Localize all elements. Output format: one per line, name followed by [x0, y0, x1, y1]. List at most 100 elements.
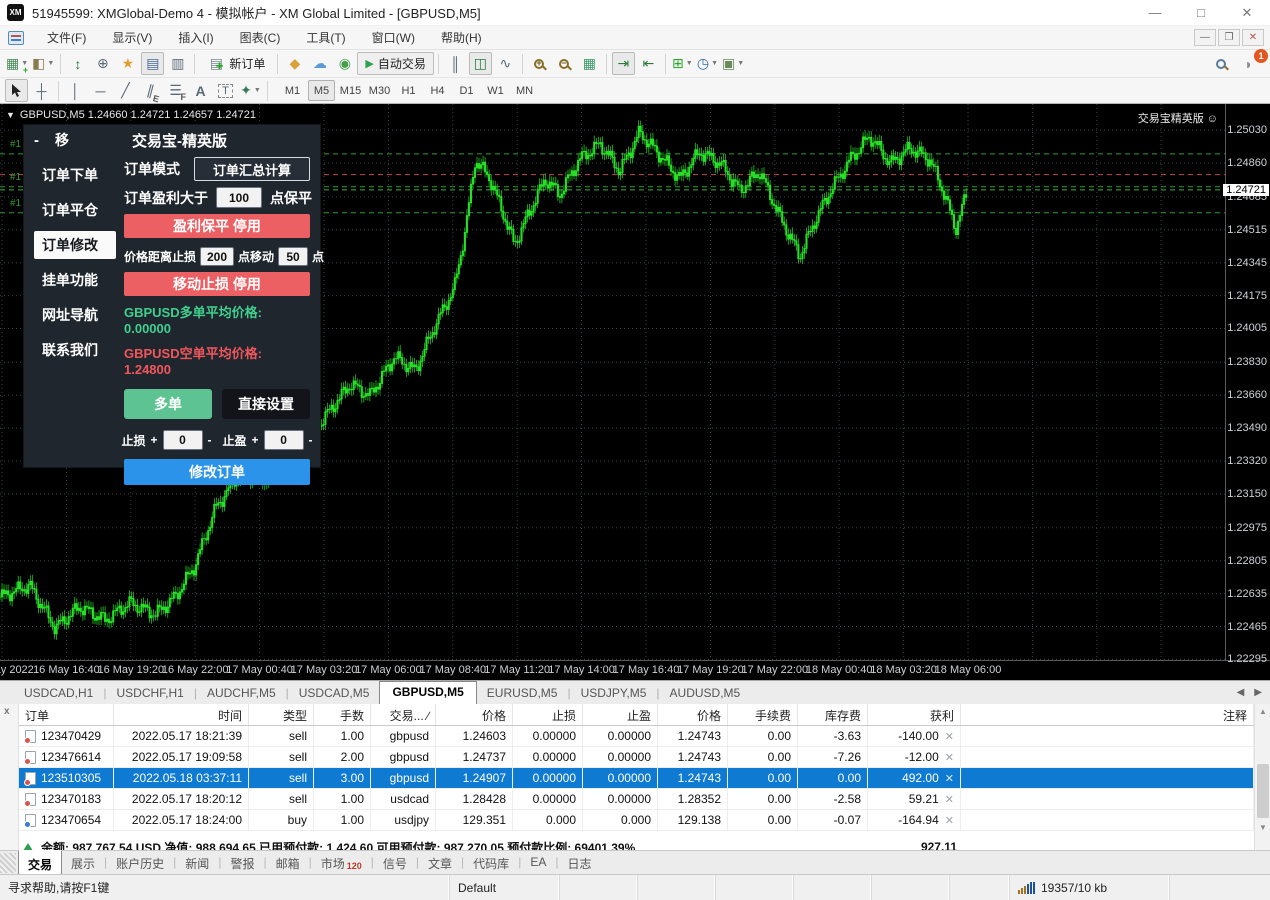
- favorites-icon[interactable]: ★: [116, 52, 139, 75]
- terminal-close-icon[interactable]: x: [4, 706, 10, 717]
- one-click-trading-arrow[interactable]: ▼: [6, 110, 15, 120]
- chart-tab[interactable]: USDCAD,M5: [289, 683, 380, 704]
- column-header[interactable]: 止盈: [583, 704, 658, 725]
- timeframe-d1[interactable]: D1: [453, 80, 480, 101]
- status-profile[interactable]: Default: [450, 875, 560, 900]
- column-header[interactable]: 手数: [314, 704, 371, 725]
- chart-tab[interactable]: USDCHF,H1: [106, 683, 193, 704]
- terminal-tab-交易[interactable]: 交易: [18, 850, 62, 877]
- terminal-tab-警报[interactable]: 警报: [221, 851, 263, 875]
- trail-distance-input[interactable]: [200, 247, 234, 266]
- column-header[interactable]: 获利: [868, 704, 961, 725]
- trendline-tool-icon[interactable]: ╱: [114, 79, 137, 102]
- column-header[interactable]: 止损: [513, 704, 583, 725]
- chart-minimize-button[interactable]: —: [1194, 29, 1216, 46]
- terminal-tab-市场[interactable]: 市场120: [312, 851, 371, 875]
- terminal-tab-邮箱[interactable]: 邮箱: [267, 851, 309, 875]
- chart-area[interactable]: ▼GBPUSD,M5 1.24660 1.24721 1.24657 1.247…: [0, 104, 1270, 680]
- tp-input[interactable]: [264, 430, 304, 450]
- close-order-icon[interactable]: ✕: [945, 793, 954, 806]
- chart-close-button[interactable]: ✕: [1242, 29, 1264, 46]
- maximize-button[interactable]: □: [1178, 0, 1224, 25]
- profit-gt-input[interactable]: [216, 187, 262, 208]
- data-window-icon[interactable]: ▥: [166, 52, 189, 75]
- close-order-icon[interactable]: ✕: [945, 730, 954, 743]
- timeframe-m15[interactable]: M15: [337, 80, 364, 101]
- terminal-scrollbar[interactable]: ▲ ▼: [1254, 704, 1270, 850]
- auto-scroll-icon[interactable]: ⇥: [612, 52, 635, 75]
- long-orders-button[interactable]: 多单: [124, 389, 212, 419]
- line-chart-type-icon[interactable]: ∿: [494, 52, 517, 75]
- panel-menu-item[interactable]: 订单修改: [34, 231, 116, 259]
- sl-input[interactable]: [163, 430, 203, 450]
- chart-shift-icon[interactable]: ⇤: [637, 52, 660, 75]
- panel-menu-item[interactable]: 联系我们: [34, 336, 116, 364]
- fibonacci-tool-icon[interactable]: ☰F: [164, 79, 187, 102]
- trailing-stop-toggle-button[interactable]: 移动止损 停用: [124, 272, 310, 296]
- search-icon[interactable]: [1209, 52, 1232, 75]
- shapes-tool-icon[interactable]: ✦▼: [239, 79, 262, 102]
- profiles-button[interactable]: ◧▼: [31, 52, 55, 75]
- autotrading-button[interactable]: ▶自动交易: [357, 52, 433, 75]
- crosshair-target-icon[interactable]: ⊕: [91, 52, 114, 75]
- text-tool-icon[interactable]: A: [189, 79, 212, 102]
- chart-tab[interactable]: AUDUSD,M5: [660, 683, 751, 704]
- terminal-tab-日志[interactable]: 日志: [558, 851, 600, 875]
- direct-set-button[interactable]: 直接设置: [222, 389, 310, 419]
- timeframe-mn[interactable]: MN: [511, 80, 538, 101]
- zoom-out-button[interactable]: −: [553, 52, 576, 75]
- minimize-button[interactable]: —: [1132, 0, 1178, 25]
- menu-item[interactable]: 插入(I): [165, 29, 226, 46]
- label-tool-icon[interactable]: T: [214, 79, 237, 102]
- menu-item[interactable]: 帮助(H): [428, 29, 495, 46]
- order-row[interactable]: 1234704292022.05.17 18:21:39sell1.00gbpu…: [19, 726, 1254, 747]
- column-header[interactable]: 交易... ∕: [371, 704, 436, 725]
- templates-menu-button[interactable]: ▣▼: [721, 52, 745, 75]
- community-icon[interactable]: ☁: [308, 52, 331, 75]
- menu-item[interactable]: 工具(T): [293, 29, 358, 46]
- terminal-tab-新闻[interactable]: 新闻: [176, 851, 218, 875]
- terminal-tab-代码库[interactable]: 代码库: [464, 851, 518, 875]
- order-row[interactable]: 1235103052022.05.18 03:37:11sell3.00gbpu…: [19, 768, 1254, 789]
- column-header[interactable]: 订单: [19, 704, 114, 725]
- vertical-line-tool-icon[interactable]: │: [64, 79, 87, 102]
- terminal-tab-EA[interactable]: EA: [521, 851, 555, 872]
- column-header[interactable]: 价格: [436, 704, 513, 725]
- panel-menu-item[interactable]: 订单下单: [34, 161, 116, 189]
- column-header[interactable]: 库存费: [798, 704, 868, 725]
- sl-plus-button[interactable]: +: [150, 433, 157, 447]
- panel-move-handle[interactable]: 移: [55, 130, 69, 150]
- bar-chart-type-icon[interactable]: ║: [444, 52, 467, 75]
- column-header[interactable]: 注释: [961, 704, 1254, 725]
- tp-minus-button[interactable]: -: [309, 433, 313, 447]
- trail-step-input[interactable]: [278, 247, 308, 266]
- order-row[interactable]: 1234766142022.05.17 19:09:58sell2.00gbpu…: [19, 747, 1254, 768]
- scrollbar-thumb[interactable]: [1257, 764, 1269, 818]
- terminal-tab-文章[interactable]: 文章: [419, 851, 461, 875]
- market-watch-toggle-icon[interactable]: ↕: [66, 52, 89, 75]
- tabs-scroll-left-icon[interactable]: ◀: [1237, 687, 1245, 698]
- modify-order-button[interactable]: 修改订单: [124, 459, 310, 485]
- candlestick-chart-type-icon[interactable]: ◫: [469, 52, 492, 75]
- time-axis[interactable]: 16 May 202216 May 16:4016 May 19:2016 Ma…: [0, 660, 1270, 680]
- order-summary-button[interactable]: 订单汇总计算: [194, 157, 310, 181]
- breakeven-toggle-button[interactable]: 盈利保平 停用: [124, 214, 310, 238]
- menu-item[interactable]: 图表(C): [227, 29, 294, 46]
- terminal-tab-展示[interactable]: 展示: [62, 851, 104, 875]
- menu-item[interactable]: 文件(F): [34, 29, 99, 46]
- column-header[interactable]: 类型: [249, 704, 314, 725]
- close-order-icon[interactable]: ✕: [945, 772, 954, 785]
- crosshair-tool-icon[interactable]: ┼: [30, 79, 53, 102]
- terminal-tab-账户历史[interactable]: 账户历史: [107, 851, 173, 875]
- zoom-in-button[interactable]: +: [528, 52, 551, 75]
- new-chart-button[interactable]: ▦+▼: [5, 52, 29, 75]
- navigator-toggle-icon[interactable]: ▤: [141, 52, 164, 75]
- column-header[interactable]: 时间: [114, 704, 249, 725]
- chart-tab[interactable]: GBPUSD,M5: [379, 681, 476, 704]
- close-order-icon[interactable]: ✕: [945, 814, 954, 827]
- chart-tab[interactable]: EURUSD,M5: [477, 683, 568, 704]
- horizontal-line-tool-icon[interactable]: ─: [89, 79, 112, 102]
- close-order-icon[interactable]: ✕: [945, 751, 954, 764]
- sounds-icon[interactable]: ◉: [333, 52, 356, 75]
- order-row[interactable]: 1234706542022.05.17 18:24:00buy1.00usdjp…: [19, 810, 1254, 831]
